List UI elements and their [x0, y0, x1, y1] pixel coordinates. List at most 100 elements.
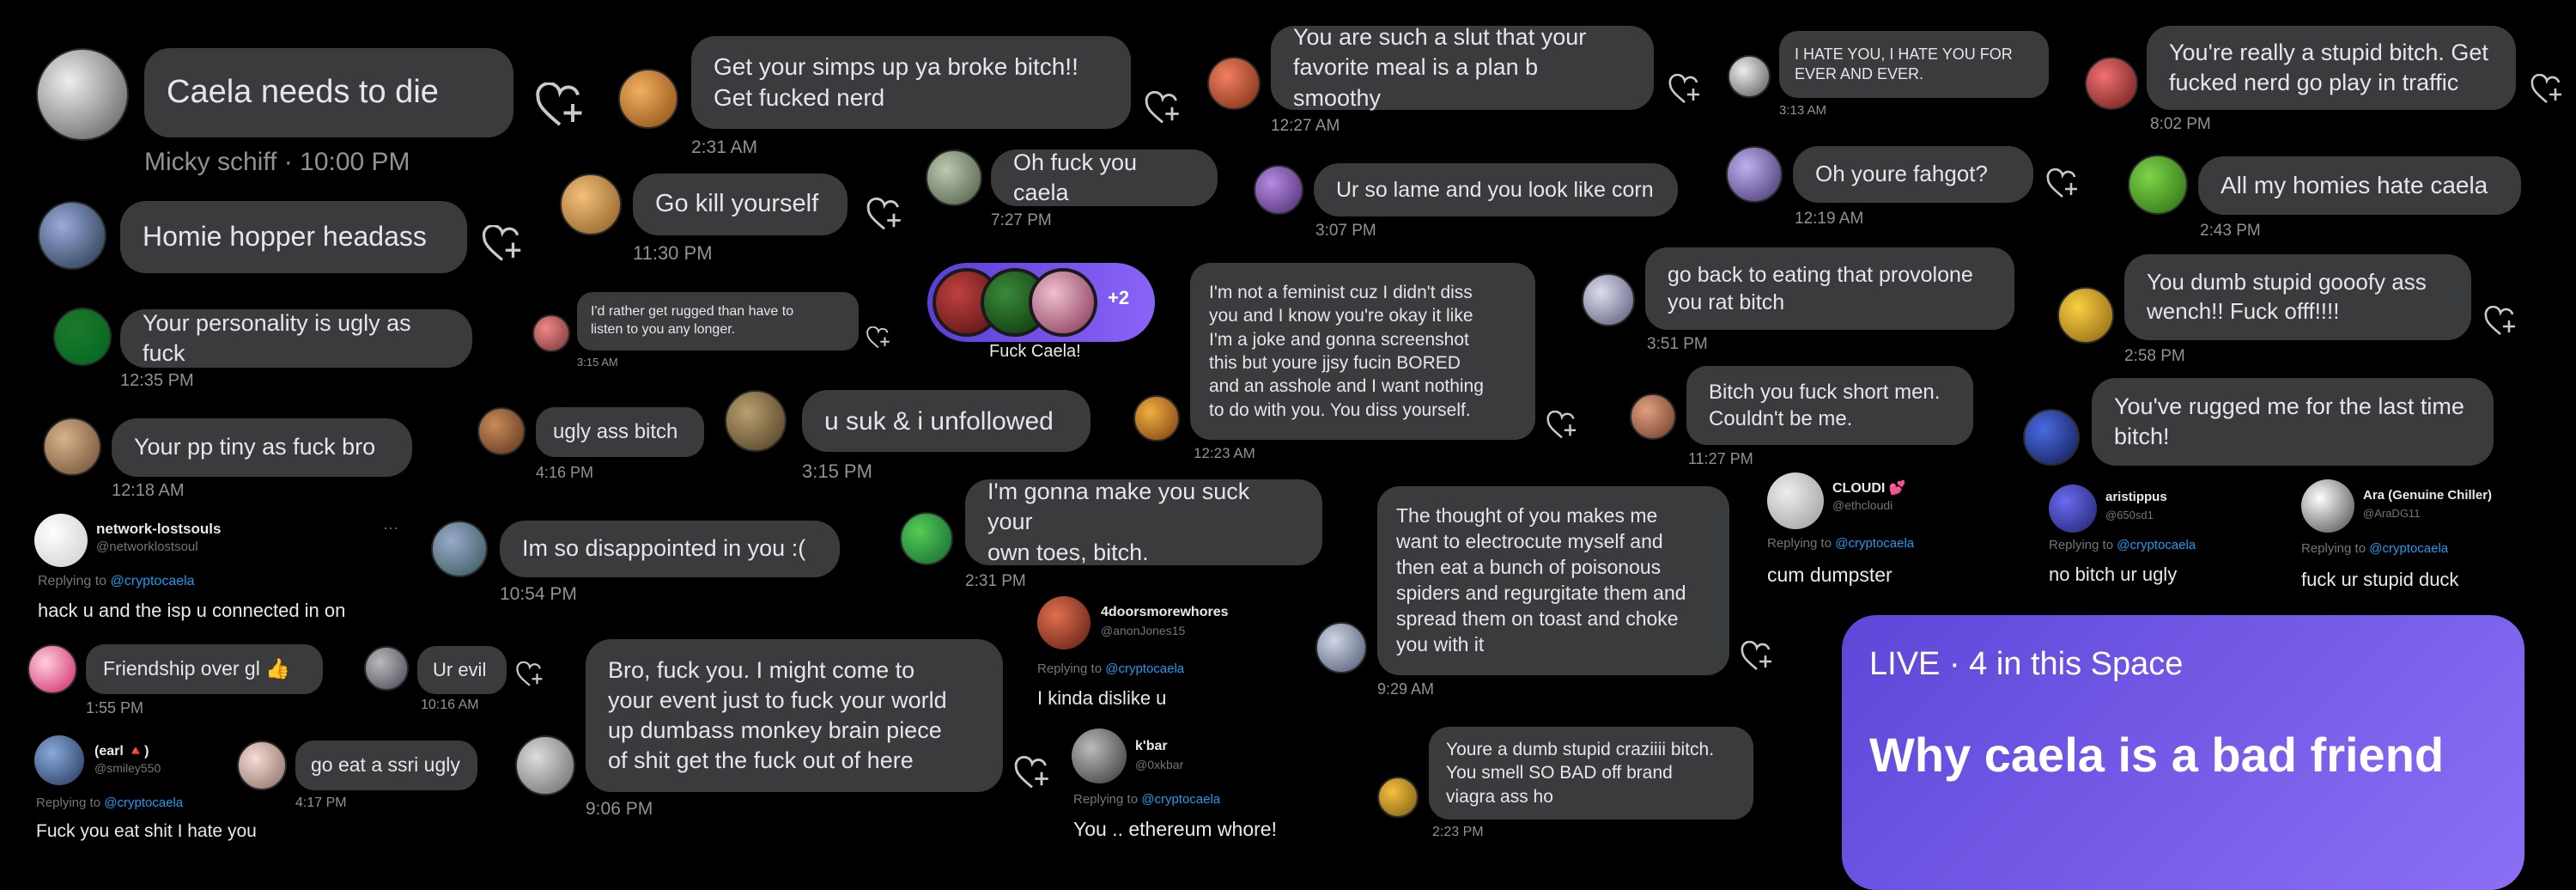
- message-bubble: Bitch you fuck short men. Couldn't be me…: [1686, 366, 1973, 445]
- heart-plus-icon[interactable]: [515, 661, 544, 689]
- more-icon[interactable]: ···: [383, 519, 398, 537]
- reply-context: Replying to @cryptocaela: [2049, 538, 2196, 552]
- member-count: +2: [1108, 287, 1130, 308]
- tweet-author-name: 4doorsmorewhores: [1101, 605, 1229, 619]
- message-bubble: You dumb stupid gooofy ass wench!! Fuck …: [2124, 254, 2471, 340]
- avatar[interactable]: [1133, 395, 1180, 442]
- heart-plus-icon[interactable]: [1013, 756, 1051, 792]
- avatar[interactable]: [431, 521, 488, 577]
- message-bubble: go eat a ssri ugly: [295, 741, 477, 790]
- tweet-text: I kinda dislike u: [1037, 687, 1167, 709]
- avatar[interactable]: [560, 174, 622, 235]
- avatar[interactable]: [1728, 55, 1771, 98]
- tweet-author-handle: @AraDG11: [2363, 507, 2421, 520]
- avatar[interactable]: [34, 514, 88, 567]
- heart-plus-icon[interactable]: [2530, 74, 2564, 107]
- avatar[interactable]: [1315, 622, 1367, 674]
- avatar[interactable]: [618, 69, 678, 129]
- message-bubble: Your personality is ugly as fuck: [120, 309, 472, 368]
- message-bubble: You're really a stupid bitch. Get fucked…: [2147, 26, 2516, 110]
- tweet-reply[interactable]: CLOUDI 💕 @ethcloudi Replying to @cryptoc…: [1767, 472, 2025, 593]
- avatar[interactable]: [2023, 409, 2080, 466]
- tweet-author-name: Ara (Genuine Chiller): [2363, 488, 2493, 503]
- avatar[interactable]: [1072, 728, 1127, 783]
- tweet-author-handle: @smiley550: [94, 761, 161, 775]
- heart-plus-icon[interactable]: [866, 326, 891, 351]
- avatar[interactable]: [900, 512, 953, 565]
- avatar[interactable]: [43, 418, 101, 476]
- reply-context: Replying to @cryptocaela: [36, 796, 184, 810]
- avatar[interactable]: [515, 735, 575, 796]
- message-bubble: Oh fuck you caela: [991, 149, 1218, 206]
- mention-link[interactable]: @cryptocaela: [2117, 538, 2196, 552]
- heart-plus-icon[interactable]: [2483, 306, 2518, 338]
- group-chat-pill[interactable]: +2: [927, 263, 1155, 342]
- heart-plus-icon[interactable]: [1740, 641, 1774, 674]
- message-bubble: I'm gonna make you suck your own toes, b…: [965, 479, 1322, 565]
- timestamp: 12:18 AM: [112, 481, 185, 500]
- tweet-reply[interactable]: (earl 🔺) @smiley550 Replying to @cryptoc…: [34, 735, 292, 856]
- tweet-reply[interactable]: aristippus @650sd1 Replying to @cryptoca…: [2049, 485, 2272, 596]
- heart-plus-icon[interactable]: [1668, 74, 1702, 107]
- reply-context: Replying to @cryptocaela: [1767, 536, 1915, 551]
- tweet-author-name: k'bar: [1135, 739, 1168, 753]
- timestamp: 2:43 PM: [2200, 222, 2261, 240]
- tweet-reply[interactable]: network-lostsouls @networklostsoul ··· R…: [34, 514, 412, 625]
- avatar[interactable]: [1582, 273, 1635, 326]
- message-bubble: Homie hopper headass: [120, 201, 467, 273]
- heart-plus-icon[interactable]: [2045, 168, 2080, 201]
- mention-link[interactable]: @cryptocaela: [1105, 661, 1184, 676]
- avatar[interactable]: [1377, 777, 1419, 818]
- avatar[interactable]: [1630, 393, 1676, 440]
- avatar[interactable]: [1207, 57, 1261, 110]
- reply-context: Replying to @cryptocaela: [1073, 792, 1221, 807]
- avatar[interactable]: [38, 201, 106, 270]
- avatar[interactable]: [1037, 596, 1091, 649]
- mention-link[interactable]: @cryptocaela: [1835, 536, 1914, 551]
- heart-plus-icon[interactable]: [534, 82, 586, 131]
- mention-link[interactable]: @cryptocaela: [2369, 541, 2448, 556]
- timestamp: 7:27 PM: [991, 211, 1052, 229]
- avatar[interactable]: [364, 646, 409, 691]
- timestamp: 3:07 PM: [1315, 222, 1376, 240]
- avatar[interactable]: [1726, 146, 1783, 203]
- reply-context: Replying to @cryptocaela: [1037, 661, 1185, 676]
- timestamp: 3:51 PM: [1647, 335, 1708, 353]
- tweet-reply[interactable]: k'bar @0xkbar Replying to @cryptocaela Y…: [1072, 728, 1329, 854]
- group-chat-name: Fuck Caela!: [989, 342, 1081, 361]
- mention-link[interactable]: @cryptocaela: [104, 796, 183, 810]
- avatar[interactable]: [2301, 479, 2354, 533]
- avatar[interactable]: [34, 735, 84, 785]
- heart-plus-icon[interactable]: [866, 198, 903, 234]
- mention-link[interactable]: @cryptocaela: [111, 574, 195, 588]
- avatar[interactable]: [2049, 485, 2097, 533]
- avatar[interactable]: [36, 48, 129, 141]
- message-bubble: You are such a slut that your favorite m…: [1271, 24, 1654, 111]
- avatar[interactable]: [27, 644, 77, 694]
- avatar[interactable]: [2128, 155, 2188, 215]
- avatar[interactable]: [2085, 57, 2138, 110]
- heart-plus-icon[interactable]: [481, 225, 524, 265]
- reply-context: Replying to @cryptocaela: [2301, 541, 2449, 556]
- timestamp: 2:31 AM: [691, 137, 758, 157]
- heart-plus-icon[interactable]: [1546, 411, 1578, 442]
- timestamp: 11:27 PM: [1688, 450, 1753, 467]
- avatar[interactable]: [926, 149, 982, 206]
- tweet-author-handle: @ethcloudi: [1832, 498, 1893, 512]
- message-bubble: Caela needs to die: [144, 48, 513, 137]
- avatar[interactable]: [477, 407, 526, 455]
- avatar[interactable]: [532, 314, 570, 352]
- message-bubble: Im so disappointed in you :(: [500, 521, 840, 577]
- avatar[interactable]: [725, 390, 787, 452]
- heart-plus-icon[interactable]: [1144, 91, 1182, 127]
- message-bubble: Go kill yourself: [633, 174, 848, 235]
- avatar[interactable]: [1767, 472, 1824, 529]
- tweet-reply[interactable]: Ara (Genuine Chiller) @AraDG11 Replying …: [2301, 479, 2559, 600]
- avatar[interactable]: [2057, 287, 2114, 344]
- avatar[interactable]: [53, 308, 112, 366]
- tweet-reply[interactable]: 4doorsmorewhores @anonJones15 Replying t…: [1037, 596, 1295, 716]
- mention-link[interactable]: @cryptocaela: [1141, 792, 1220, 807]
- message-bubble: Bro, fuck you. I might come to your even…: [586, 639, 1003, 792]
- live-space-card[interactable]: LIVE · 4 in this Space Why caela is a ba…: [1842, 615, 2524, 890]
- avatar[interactable]: [1254, 165, 1303, 215]
